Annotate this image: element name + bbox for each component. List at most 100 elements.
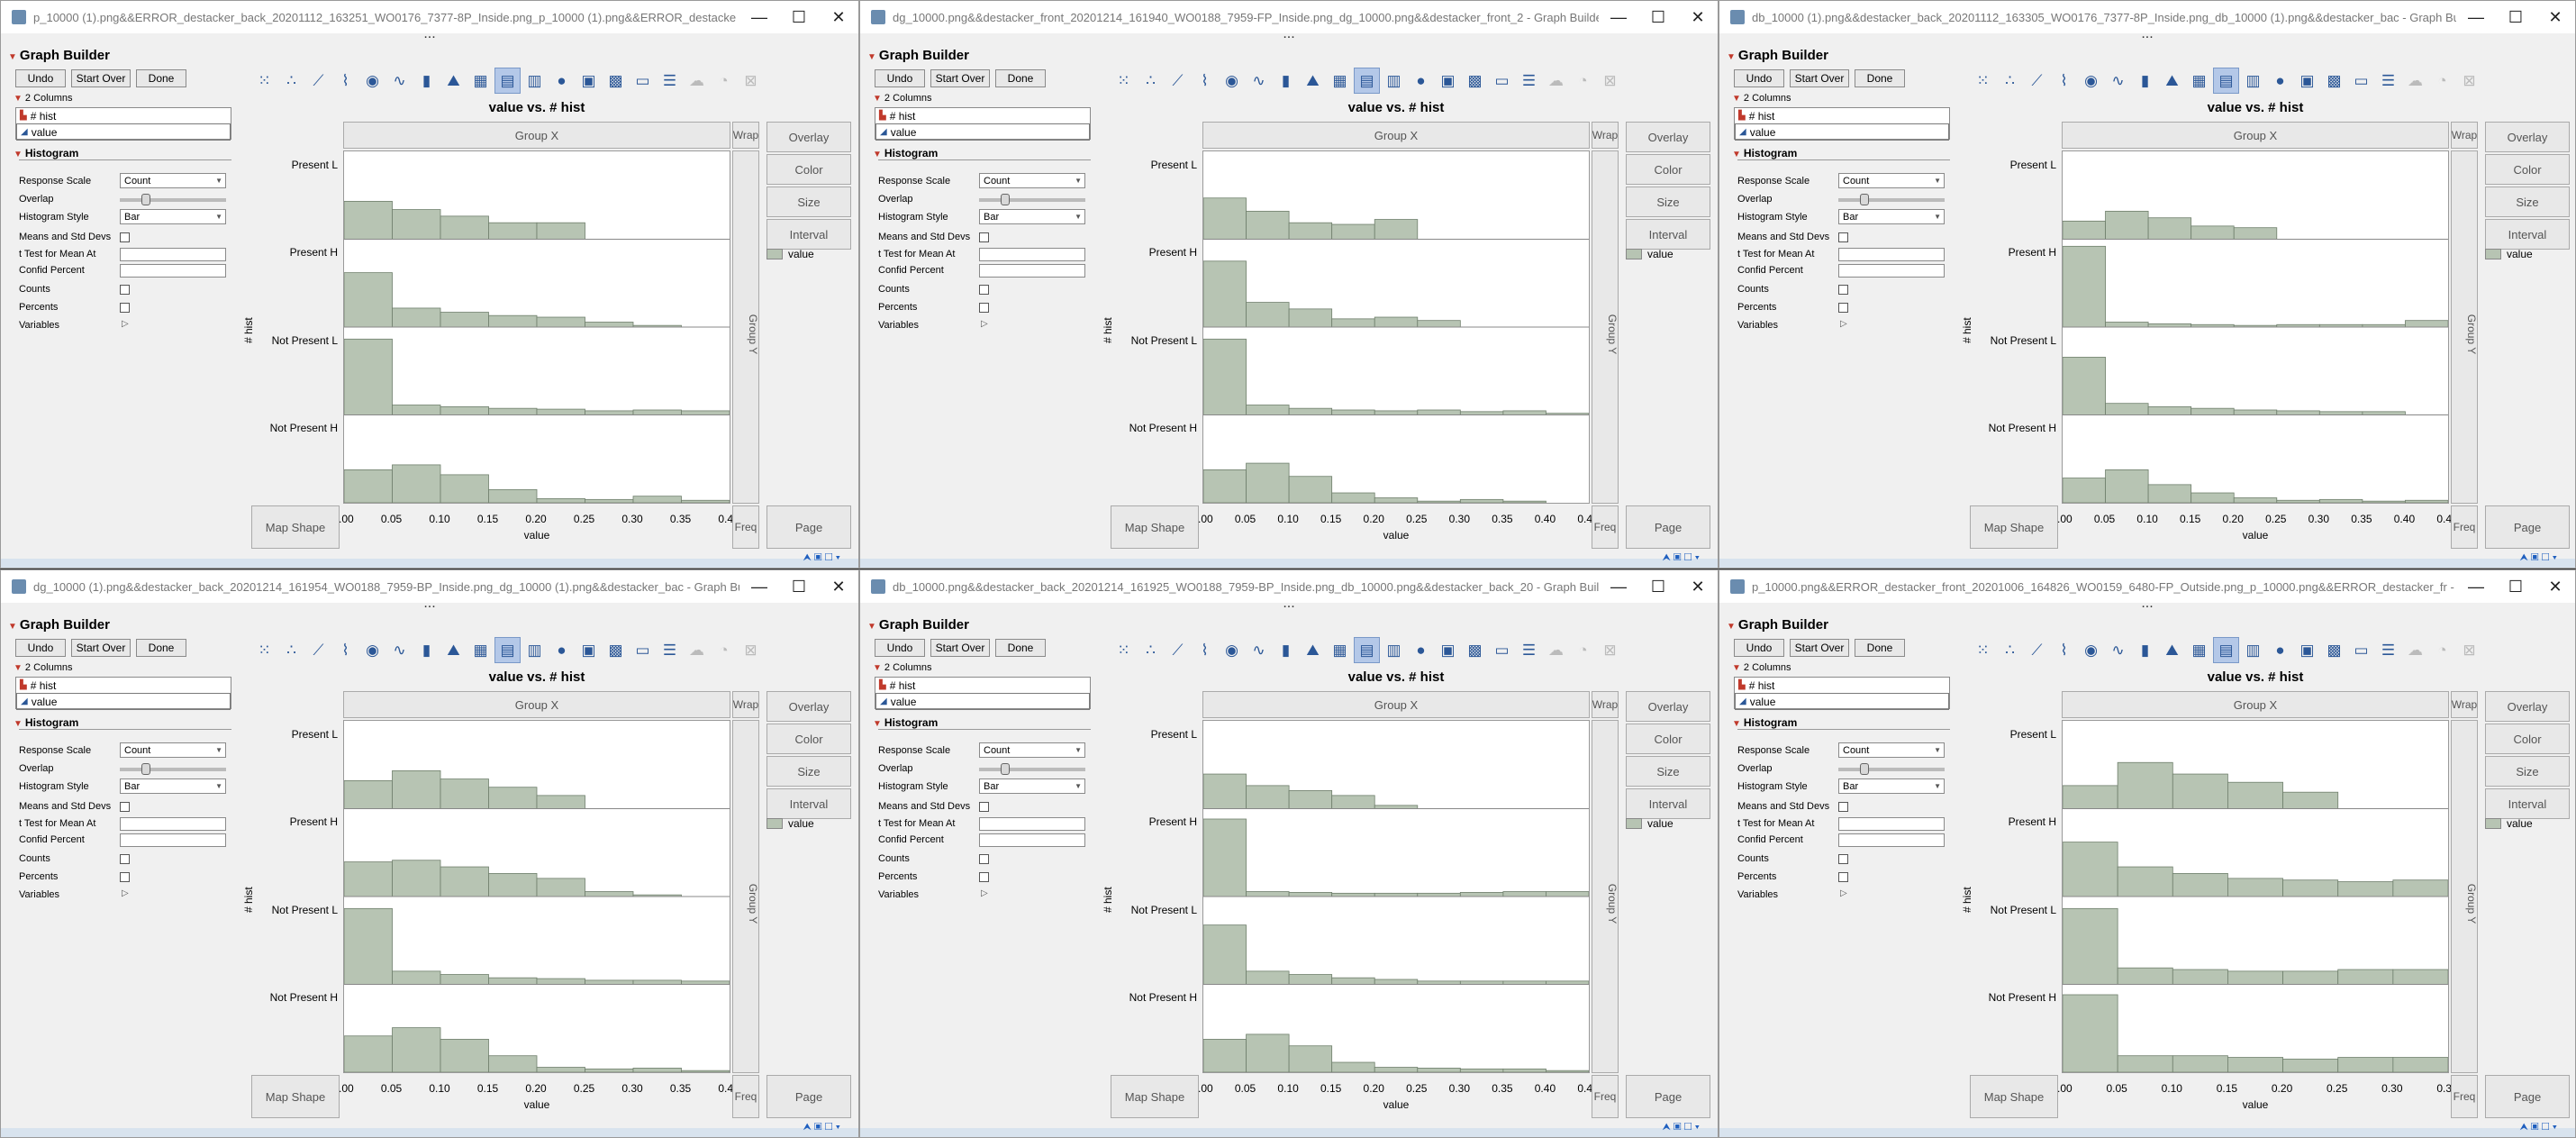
checkbox[interactable]	[1838, 872, 1848, 882]
graph-element-icon[interactable]: ▮	[413, 637, 440, 663]
dropdown[interactable]: Count ▼	[1838, 742, 1945, 758]
graph-element-icon[interactable]: ▩	[2321, 68, 2347, 94]
column-item[interactable]: ◢ value	[1735, 693, 1949, 710]
graph-element-icon[interactable]: ▣	[2294, 68, 2320, 94]
histogram-bar[interactable]	[1288, 407, 1333, 415]
dropdown[interactable]: Count ▼	[1838, 173, 1945, 188]
histogram-bar[interactable]	[488, 222, 538, 240]
histogram-bar[interactable]	[392, 405, 441, 415]
dropdown[interactable]: Bar ▼	[120, 209, 226, 224]
histogram-bar[interactable]	[1374, 892, 1419, 897]
column-item[interactable]: ◢ value	[875, 123, 1090, 141]
column-list[interactable]: ▙ # hist ◢ value	[15, 677, 231, 710]
histogram-bar[interactable]	[1502, 410, 1547, 415]
dropdown[interactable]: Bar ▼	[120, 778, 226, 794]
histogram-header[interactable]: ▼ Histogram	[873, 147, 938, 159]
graph-element-icon[interactable]: ⊠	[1597, 637, 1623, 663]
histogram-bar[interactable]	[1459, 980, 1504, 985]
group-x-zone[interactable]: Group X	[2062, 691, 2449, 718]
histogram-bar[interactable]	[2233, 497, 2278, 504]
histogram-bar[interactable]	[2105, 210, 2149, 240]
graph-element-icon[interactable]: ▥	[2240, 637, 2266, 663]
histogram-bar[interactable]	[1246, 785, 1290, 809]
disclosure-icon[interactable]: ▼	[14, 150, 23, 159]
histogram-bar[interactable]	[1331, 409, 1375, 415]
graph-element-icon[interactable]: ☰	[2375, 637, 2401, 663]
disclosure-icon[interactable]: ▼	[14, 719, 23, 729]
overlay-zone[interactable]: Overlay	[1626, 122, 1710, 152]
interval-zone[interactable]: Interval	[1626, 219, 1710, 250]
graph-element-icon[interactable]: ▩	[603, 637, 629, 663]
histogram-bar[interactable]	[488, 787, 538, 809]
graph-element-icon[interactable]: ☰	[2375, 68, 2401, 94]
columns-header[interactable]: ▼ 2 Columns	[1732, 662, 1791, 673]
histogram-bar[interactable]	[392, 1027, 441, 1073]
histogram-bar[interactable]	[1288, 789, 1333, 809]
expand-icon[interactable]: ▷	[1840, 888, 1847, 898]
group-x-zone[interactable]: Group X	[1202, 691, 1590, 718]
graph-element-icon[interactable]: ◔	[1570, 68, 1596, 94]
undo-button[interactable]: Undo	[875, 639, 925, 657]
histogram-bar[interactable]	[1459, 1068, 1504, 1073]
undo-button[interactable]: Undo	[875, 69, 925, 87]
overlay-zone[interactable]: Overlay	[766, 122, 851, 152]
text-field[interactable]	[120, 248, 226, 261]
histogram-bar[interactable]	[1202, 197, 1247, 240]
graph-element-icon[interactable]: ▮	[2132, 68, 2158, 94]
graph-element-icon[interactable]: ☰	[657, 68, 683, 94]
histogram-bar[interactable]	[536, 1067, 585, 1073]
slider-handle[interactable]	[1860, 763, 1869, 775]
histogram-bar[interactable]	[2062, 478, 2106, 504]
graph-element-icon[interactable]: ▤	[1354, 68, 1380, 94]
histogram-bar[interactable]	[536, 408, 585, 415]
histogram-bar[interactable]	[1202, 924, 1247, 985]
graph-element-icon[interactable]: ⊠	[2456, 637, 2482, 663]
wrap-zone[interactable]: Wrap	[1592, 691, 1619, 718]
graph-element-icon[interactable]: ●	[549, 637, 575, 663]
graph-element-icon[interactable]: ●	[1408, 637, 1434, 663]
graph-element-icon[interactable]: ◉	[359, 637, 385, 663]
map-shape-zone[interactable]: Map Shape	[251, 505, 340, 549]
graph-element-icon[interactable]: ∿	[2105, 68, 2131, 94]
histogram-bar[interactable]	[2227, 781, 2283, 809]
freq-zone[interactable]: Freq	[2451, 505, 2478, 549]
minimize-icon[interactable]: —	[1599, 570, 1638, 603]
histogram-bar[interactable]	[2147, 405, 2192, 415]
histogram-bar[interactable]	[1202, 1038, 1247, 1073]
histogram-bar[interactable]	[2282, 970, 2339, 985]
text-field[interactable]	[1838, 264, 1945, 278]
graph-element-icon[interactable]: ▤	[1354, 637, 1380, 663]
histogram-bar[interactable]	[585, 891, 634, 897]
group-x-zone[interactable]: Group X	[2062, 122, 2449, 149]
histogram-bar[interactable]	[2062, 785, 2118, 809]
histogram-bar[interactable]	[632, 1068, 682, 1073]
checkbox[interactable]	[979, 303, 989, 313]
histogram-bar[interactable]	[2117, 967, 2173, 985]
histogram-bar[interactable]	[2362, 411, 2406, 415]
histogram-bar[interactable]	[2191, 225, 2235, 240]
interval-zone[interactable]: Interval	[766, 219, 851, 250]
graph-element-icon[interactable]: ⛰	[1300, 637, 1326, 663]
dropdown[interactable]: Bar ▼	[979, 209, 1085, 224]
columns-header[interactable]: ▼ 2 Columns	[873, 93, 931, 104]
histogram-bar[interactable]	[1374, 410, 1419, 415]
histogram-bar[interactable]	[1331, 223, 1375, 240]
done-button[interactable]: Done	[995, 639, 1046, 657]
more-icon[interactable]: ...	[860, 596, 1718, 611]
status-icons[interactable]: ⮝ ▣ ☐ ▾	[2520, 552, 2558, 564]
plot-area[interactable]	[343, 720, 730, 1073]
group-y-zone[interactable]: Group Y	[1592, 720, 1619, 1073]
graph-element-icon[interactable]: ●	[2267, 637, 2293, 663]
start-over-button[interactable]: Start Over	[71, 69, 131, 87]
histogram-bar[interactable]	[2318, 498, 2363, 504]
graph-element-icon[interactable]: ⌇	[1192, 637, 1218, 663]
graph-element-icon[interactable]: ▤	[2213, 637, 2239, 663]
start-over-button[interactable]: Start Over	[71, 639, 131, 657]
overlap-slider[interactable]	[1838, 763, 1945, 775]
graph-element-icon[interactable]: ⌇	[332, 68, 358, 94]
status-icons[interactable]: ⮝ ▣ ☐ ▾	[803, 1122, 841, 1133]
histogram-bar[interactable]	[2105, 469, 2149, 504]
column-item[interactable]: ▙ # hist	[875, 108, 1090, 123]
checkbox[interactable]	[120, 303, 130, 313]
color-zone[interactable]: Color	[766, 154, 851, 185]
